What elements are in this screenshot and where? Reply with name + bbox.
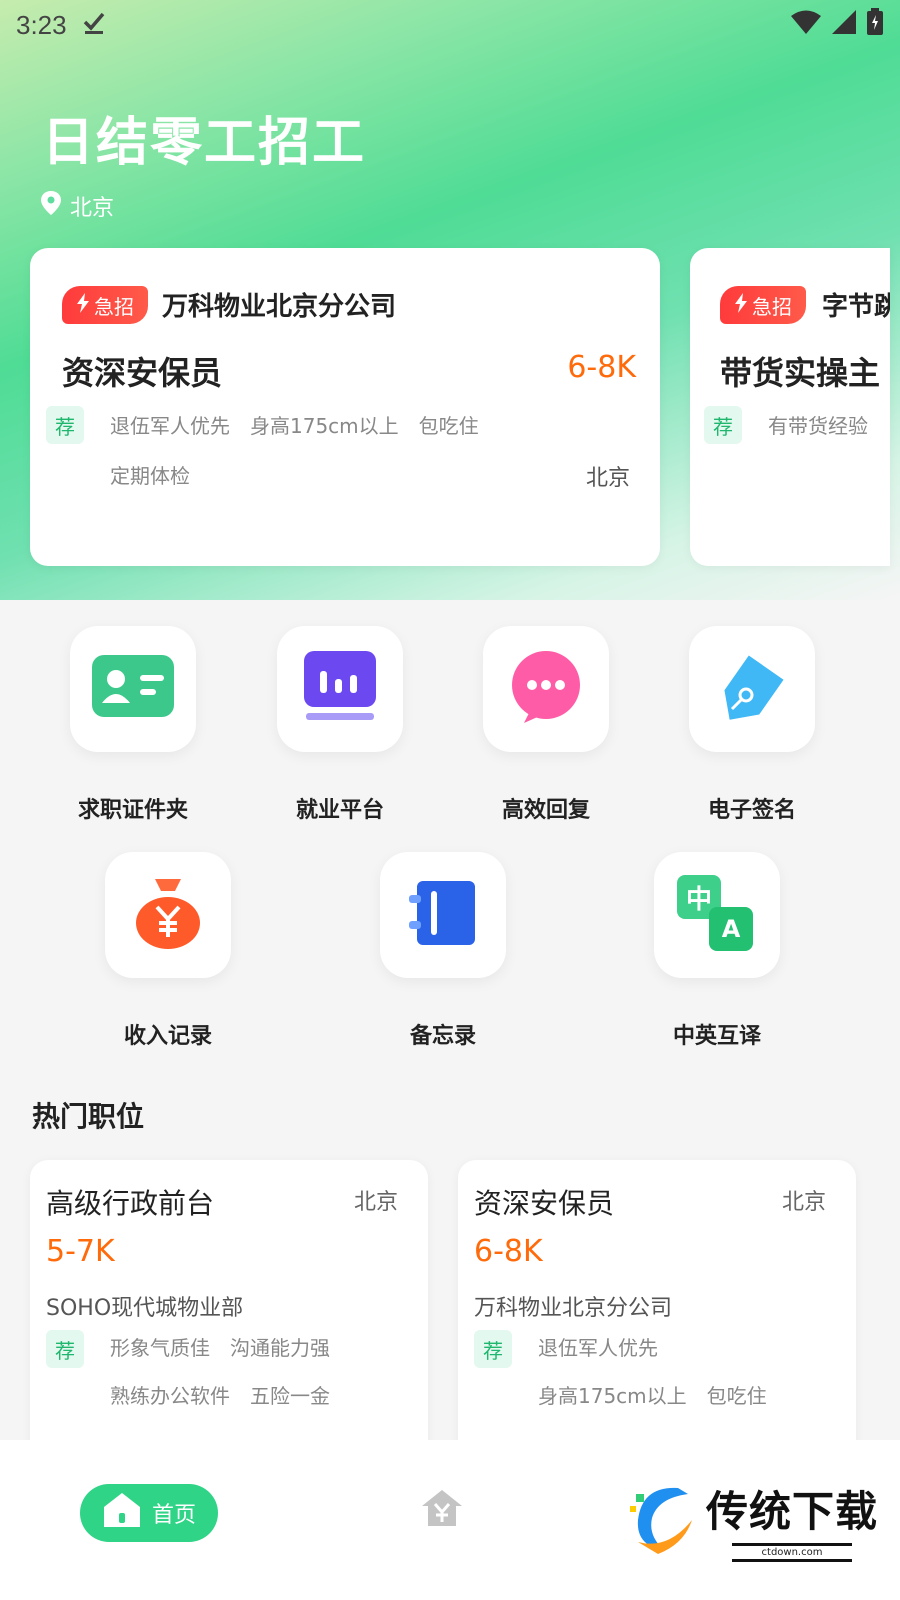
tag-row: 身高175cm以上 包吃住: [538, 1380, 767, 1409]
hot-job-card[interactable]: 资深安保员 北京 6-8K 万科物业北京分公司 荐 退伍军人优先 身高175cm…: [458, 1160, 856, 1460]
chat-bubble-icon: [506, 649, 586, 729]
tool-e-sign[interactable]: 电子签名: [687, 626, 817, 824]
tool-label: 高效回复: [501, 798, 590, 823]
urgent-badge-label: 急招: [94, 294, 134, 319]
tag-row: 退伍军人优先: [538, 1332, 658, 1361]
tool-id-folder[interactable]: 求职证件夹: [68, 626, 198, 824]
job-salary: 6-8K: [567, 350, 636, 385]
tag-row: 退伍军人优先 身高175cm以上 包吃住: [110, 410, 479, 439]
tag-row: 形象气质佳 沟通能力强: [110, 1332, 330, 1361]
job-city: 北京: [585, 466, 630, 491]
hot-job-card[interactable]: 高级行政前台 北京 5-7K SOHO现代城物业部 荐 形象气质佳 沟通能力强 …: [30, 1160, 428, 1460]
tool-label: 备忘录: [409, 1024, 476, 1049]
urgent-badge: 急招: [62, 286, 148, 324]
translate-en-glyph: A: [709, 907, 753, 951]
company-name: 万科物业北京分公司: [162, 292, 397, 322]
tool-translate[interactable]: 中 A 中英互译: [652, 852, 782, 1050]
tool-icon-box: 中 A: [654, 852, 780, 978]
job-title: 带货实操主: [720, 354, 881, 392]
money-bag-icon: [133, 875, 203, 955]
tool-icon-box: [380, 852, 506, 978]
job-tag: 沟通能力强: [230, 1336, 330, 1360]
tool-icon-box: [483, 626, 609, 752]
job-tag: 定期体检: [110, 464, 190, 488]
job-tag: 有带货经验: [768, 414, 868, 438]
status-bar: 3:23: [0, 0, 900, 50]
tool-label: 就业平台: [295, 798, 384, 823]
urgent-badge: 急招: [720, 286, 806, 324]
recommend-badge: 荐: [704, 406, 742, 444]
location-selector[interactable]: 北京: [40, 190, 114, 222]
lightning-icon: [76, 292, 90, 318]
job-tag: 身高175cm以上: [250, 414, 399, 438]
translate-icon: 中 A: [677, 875, 757, 955]
job-tag: 退伍军人优先: [110, 414, 230, 438]
page-title: 日结零工招工: [42, 113, 367, 173]
job-salary: 6-8K: [474, 1234, 543, 1269]
company-name: SOHO现代城物业部: [46, 1296, 244, 1321]
company-name: 字节跳: [822, 292, 890, 322]
lightning-icon: [734, 292, 748, 318]
company-name: 万科物业北京分公司: [474, 1296, 673, 1321]
tool-icon-box: [70, 626, 196, 752]
sign-pen-icon: [714, 649, 790, 729]
job-tag: 身高175cm以上: [538, 1384, 687, 1408]
platform-icon: [300, 649, 380, 729]
nav-home-button[interactable]: 首页: [80, 1484, 218, 1542]
tool-icon-box: [277, 626, 403, 752]
tool-memo[interactable]: 备忘录: [378, 852, 508, 1050]
job-title: 资深安保员: [62, 354, 223, 392]
tool-quick-reply[interactable]: 高效回复: [481, 626, 611, 824]
job-tag: 包吃住: [706, 1384, 767, 1408]
tool-label: 求职证件夹: [77, 798, 188, 823]
location-pin-icon: [40, 190, 70, 222]
logo-swirl-icon: [628, 1480, 698, 1560]
job-tag: 形象气质佳: [110, 1336, 210, 1360]
bottom-nav: 首页 传统下载 ctdown.com: [0, 1440, 900, 1600]
tool-platform[interactable]: 就业平台: [275, 626, 405, 824]
tag-row: 定期体检: [110, 460, 190, 489]
job-tag: 包吃住: [418, 414, 479, 438]
featured-job-card[interactable]: 急招 万科物业北京分公司 资深安保员 6-8K 荐 退伍军人优先 身高175cm…: [30, 248, 660, 566]
job-tag: 熟练办公软件: [110, 1384, 230, 1408]
wifi-icon: [790, 9, 822, 42]
job-tag: 退伍军人优先: [538, 1336, 658, 1360]
check-icon: [81, 9, 107, 42]
job-title: 资深安保员: [474, 1187, 615, 1220]
job-salary: 5-7K: [46, 1234, 115, 1269]
watermark-text: 传统下载: [706, 1487, 879, 1536]
tool-label: 电子签名: [707, 798, 796, 823]
watermark-domain: ctdown.com: [731, 1543, 853, 1562]
id-card-icon: [90, 651, 176, 727]
watermark-logo: 传统下载 ctdown.com: [628, 1470, 878, 1570]
recommend-badge: 荐: [46, 1330, 84, 1368]
recommend-badge: 荐: [46, 406, 84, 444]
notebook-icon: [407, 877, 479, 953]
tool-icon-box: [689, 626, 815, 752]
job-city: 北京: [781, 1190, 826, 1215]
tag-row: 有带货经验: [768, 410, 868, 439]
nav-home-label: 首页: [151, 1503, 196, 1528]
status-time: 3:23: [16, 9, 67, 40]
location-label: 北京: [70, 196, 115, 221]
urgent-badge-label: 急招: [752, 294, 792, 319]
home-icon: [102, 1491, 142, 1535]
signal-icon: [830, 9, 858, 42]
tag-row: 熟练办公软件 五险一金: [110, 1380, 330, 1409]
job-tag: 五险一金: [250, 1384, 330, 1408]
yen-house-icon: [420, 1490, 464, 1532]
battery-icon: [866, 7, 884, 43]
tool-icon-box: [105, 852, 231, 978]
tool-label: 中英互译: [672, 1024, 761, 1049]
nav-income-button[interactable]: [420, 1488, 464, 1532]
section-title-hot-jobs: 热门职位: [32, 1100, 145, 1133]
job-title: 高级行政前台: [46, 1187, 215, 1220]
recommend-badge: 荐: [474, 1330, 512, 1368]
tool-income-record[interactable]: 收入记录: [103, 852, 233, 1050]
tool-label: 收入记录: [123, 1024, 212, 1049]
featured-job-card[interactable]: 急招 字节跳 带货实操主 荐 有带货经验: [690, 248, 890, 566]
job-city: 北京: [353, 1190, 398, 1215]
